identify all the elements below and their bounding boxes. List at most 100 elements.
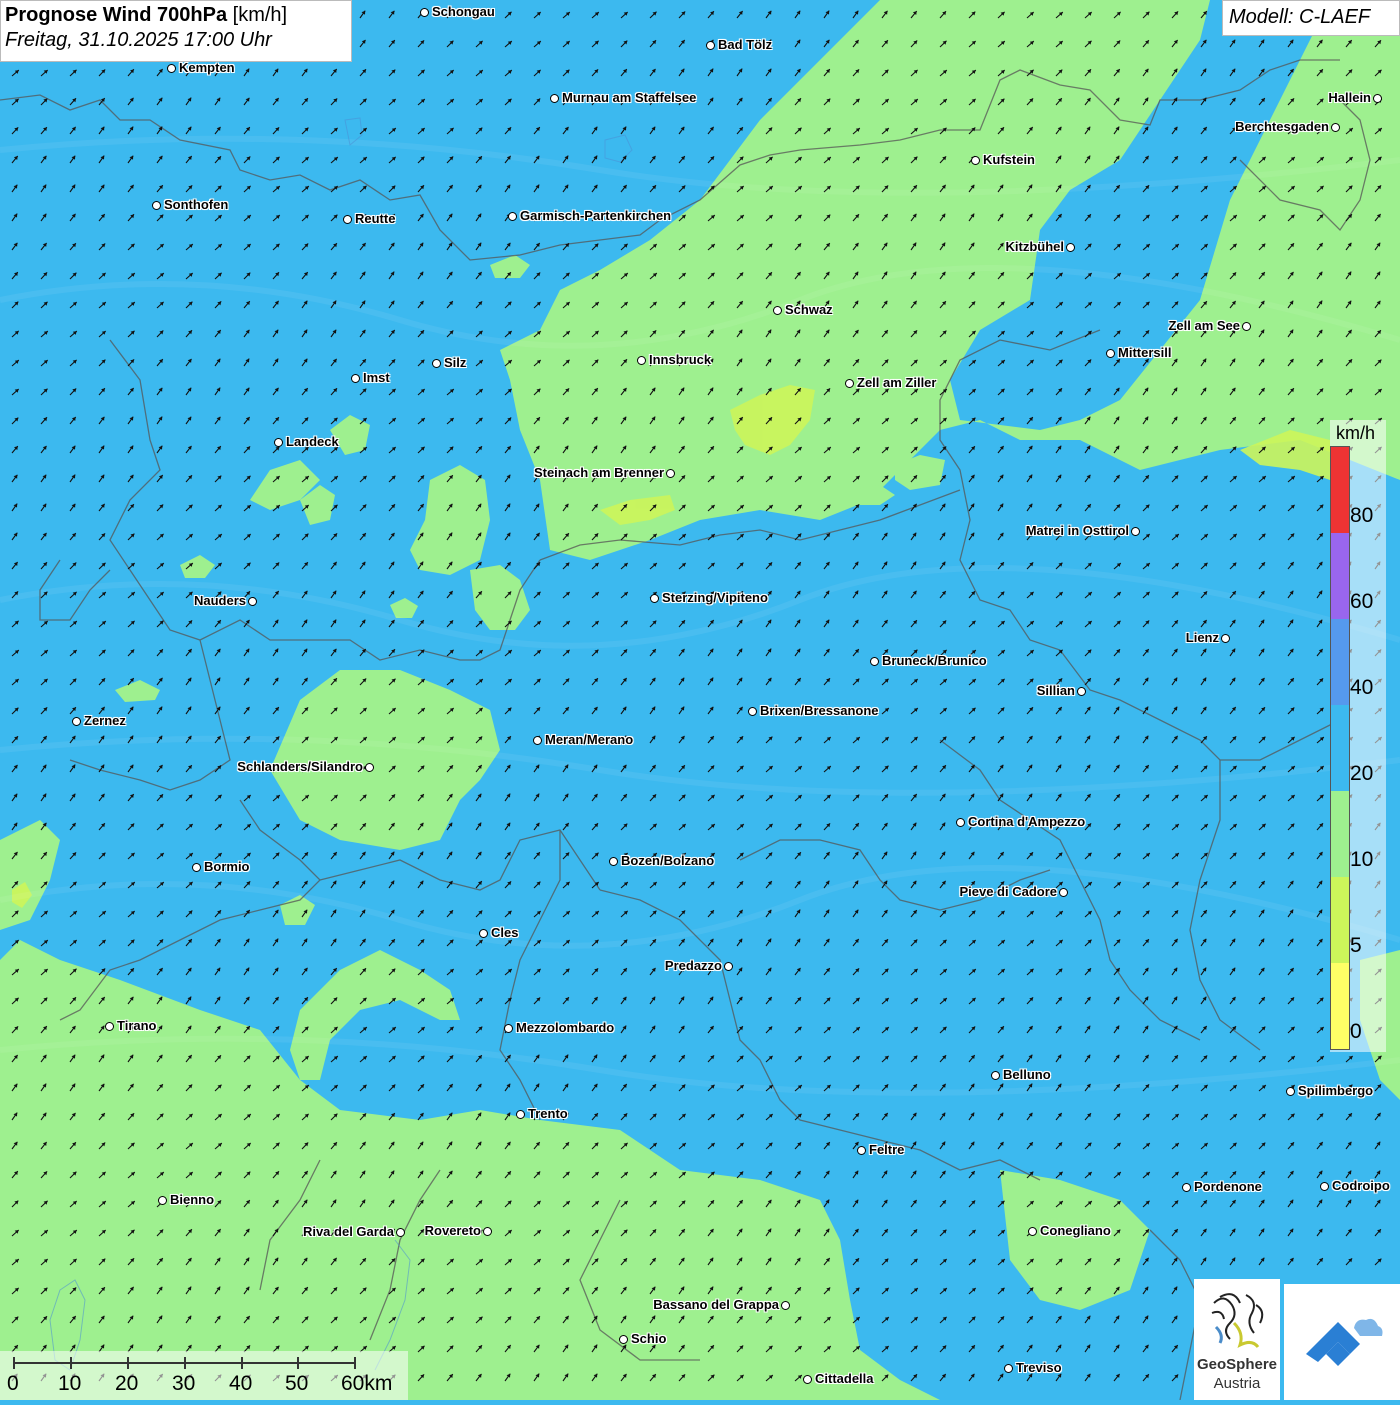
city-dot-icon <box>845 379 854 388</box>
city-dot-icon <box>152 201 161 210</box>
color-legend: km/h 0 5 10 20 40 60 80 <box>1330 420 1386 1052</box>
geosphere-emblem-icon <box>1211 1293 1264 1348</box>
city-label: Landeck <box>286 434 339 449</box>
city-dot-icon <box>991 1071 1000 1080</box>
city-label: Riva del Garda <box>302 1224 394 1239</box>
city-dot-icon <box>706 41 715 50</box>
city-dot-icon <box>1286 1087 1295 1096</box>
city-dot-icon <box>609 857 618 866</box>
city-label: Murnau am Staffelsee <box>562 90 697 105</box>
city-label: Tirano <box>117 1018 157 1033</box>
city-label: Nauders <box>193 593 246 608</box>
legend-class <box>1331 447 1349 533</box>
city-dot-icon <box>533 736 542 745</box>
geosphere-logo[interactable]: GeoSphere Austria <box>1194 1279 1280 1400</box>
city-dot-icon <box>351 374 360 383</box>
scale-label-10: 10 <box>58 1372 82 1395</box>
city-label: Spilimbergo <box>1298 1083 1374 1098</box>
city-label: Feltre <box>869 1142 905 1157</box>
legend-label: 0 <box>1350 1020 1362 1043</box>
city-dot-icon <box>158 1196 167 1205</box>
city-dot-icon <box>1131 527 1140 536</box>
city-dot-icon <box>516 1110 525 1119</box>
city-dot-icon <box>956 818 965 827</box>
city-label: Mezzolombardo <box>516 1020 615 1035</box>
city-dot-icon <box>870 657 879 666</box>
legend-label: 40 <box>1350 676 1374 699</box>
city-dot-icon <box>550 94 559 103</box>
city-label: Cles <box>491 925 519 940</box>
city-dot-icon <box>803 1375 812 1384</box>
city-label: Bruneck/Brunico <box>882 653 987 668</box>
forecast-datetime: Freitag, 31.10.2025 17:00 Uhr <box>5 29 272 51</box>
legend-label: 80 <box>1350 504 1374 527</box>
city-label: Kufstein <box>983 152 1035 167</box>
model-label: Modell: C-LAEF <box>1222 0 1400 36</box>
city-label: Kitzbühel <box>1005 239 1065 254</box>
city-dot-icon <box>343 215 352 224</box>
city-dot-icon <box>167 64 176 73</box>
city-dot-icon <box>857 1146 866 1155</box>
city-dot-icon <box>508 212 517 221</box>
geosphere-name: GeoSphere <box>1196 1356 1278 1373</box>
scale-label-60: 60km <box>341 1372 393 1395</box>
title-text: Prognose Wind 700hPa <box>5 4 228 26</box>
city-dot-icon <box>432 359 441 368</box>
city-label: Zernez <box>84 713 126 728</box>
city-label: Mittersill <box>1118 345 1172 360</box>
city-dot-icon <box>650 594 659 603</box>
city-dot-icon <box>1059 888 1068 897</box>
city-label: Sillian <box>1036 683 1075 698</box>
city-label: Bozen/Bolzano <box>621 853 715 868</box>
city-dot-icon <box>504 1024 513 1033</box>
app-logo-icon <box>1306 1318 1383 1366</box>
city-label: Schongau <box>432 4 495 19</box>
legend-unit: km/h <box>1336 423 1376 443</box>
legend-label: 60 <box>1350 590 1374 613</box>
city-dot-icon <box>1320 1182 1329 1191</box>
city-label: Sonthofen <box>164 197 229 212</box>
legend-label: 10 <box>1350 848 1374 871</box>
city-label: Schwaz <box>785 302 833 317</box>
city-label: Treviso <box>1016 1360 1062 1375</box>
city-dot-icon <box>724 962 733 971</box>
legend-class <box>1331 791 1349 877</box>
city-dot-icon <box>971 156 980 165</box>
city-dot-icon <box>483 1227 492 1236</box>
city-label: Meran/Merano <box>545 732 634 747</box>
city-dot-icon <box>274 438 283 447</box>
city-label: Bienno <box>170 1192 215 1207</box>
city-label: Hallein <box>1328 90 1371 105</box>
city-dot-icon <box>72 717 81 726</box>
title-unit: [km/h] <box>232 4 288 26</box>
city-dot-icon <box>1331 123 1340 132</box>
title-box: Prognose Wind 700hPa [km/h] Freitag, 31.… <box>0 0 352 62</box>
city-label: Schlanders/Silandro <box>237 759 363 774</box>
city-label: Schio <box>631 1331 667 1346</box>
city-label: Rovereto <box>424 1223 481 1238</box>
city-label: Imst <box>363 370 390 385</box>
city-dot-icon <box>248 597 257 606</box>
city-dot-icon <box>781 1301 790 1310</box>
app-logo[interactable] <box>1284 1284 1400 1400</box>
city-dot-icon <box>105 1022 114 1031</box>
scale-bar: 0 10 20 30 40 50 60km <box>0 1351 408 1400</box>
city-dot-icon <box>396 1228 405 1237</box>
legend-class <box>1331 619 1349 705</box>
city-dot-icon <box>619 1335 628 1344</box>
city-dot-icon <box>1004 1364 1013 1373</box>
city-label: Bormio <box>204 859 250 874</box>
legend-class <box>1331 705 1349 791</box>
city-dot-icon <box>637 356 646 365</box>
city-dot-icon <box>1077 687 1086 696</box>
city-label: Steinach am Brenner <box>533 465 664 480</box>
city-label: Pordenone <box>1194 1179 1262 1194</box>
scale-label-20: 20 <box>115 1372 139 1395</box>
city-dot-icon <box>1182 1183 1191 1192</box>
city-label: Conegliano <box>1040 1223 1111 1238</box>
city-label: Reutte <box>355 211 396 226</box>
city-dot-icon <box>748 707 757 716</box>
city-label: Cittadella <box>815 1371 874 1386</box>
legend-class <box>1331 963 1349 1049</box>
city-label: Matrei in Osttirol <box>1025 523 1129 538</box>
